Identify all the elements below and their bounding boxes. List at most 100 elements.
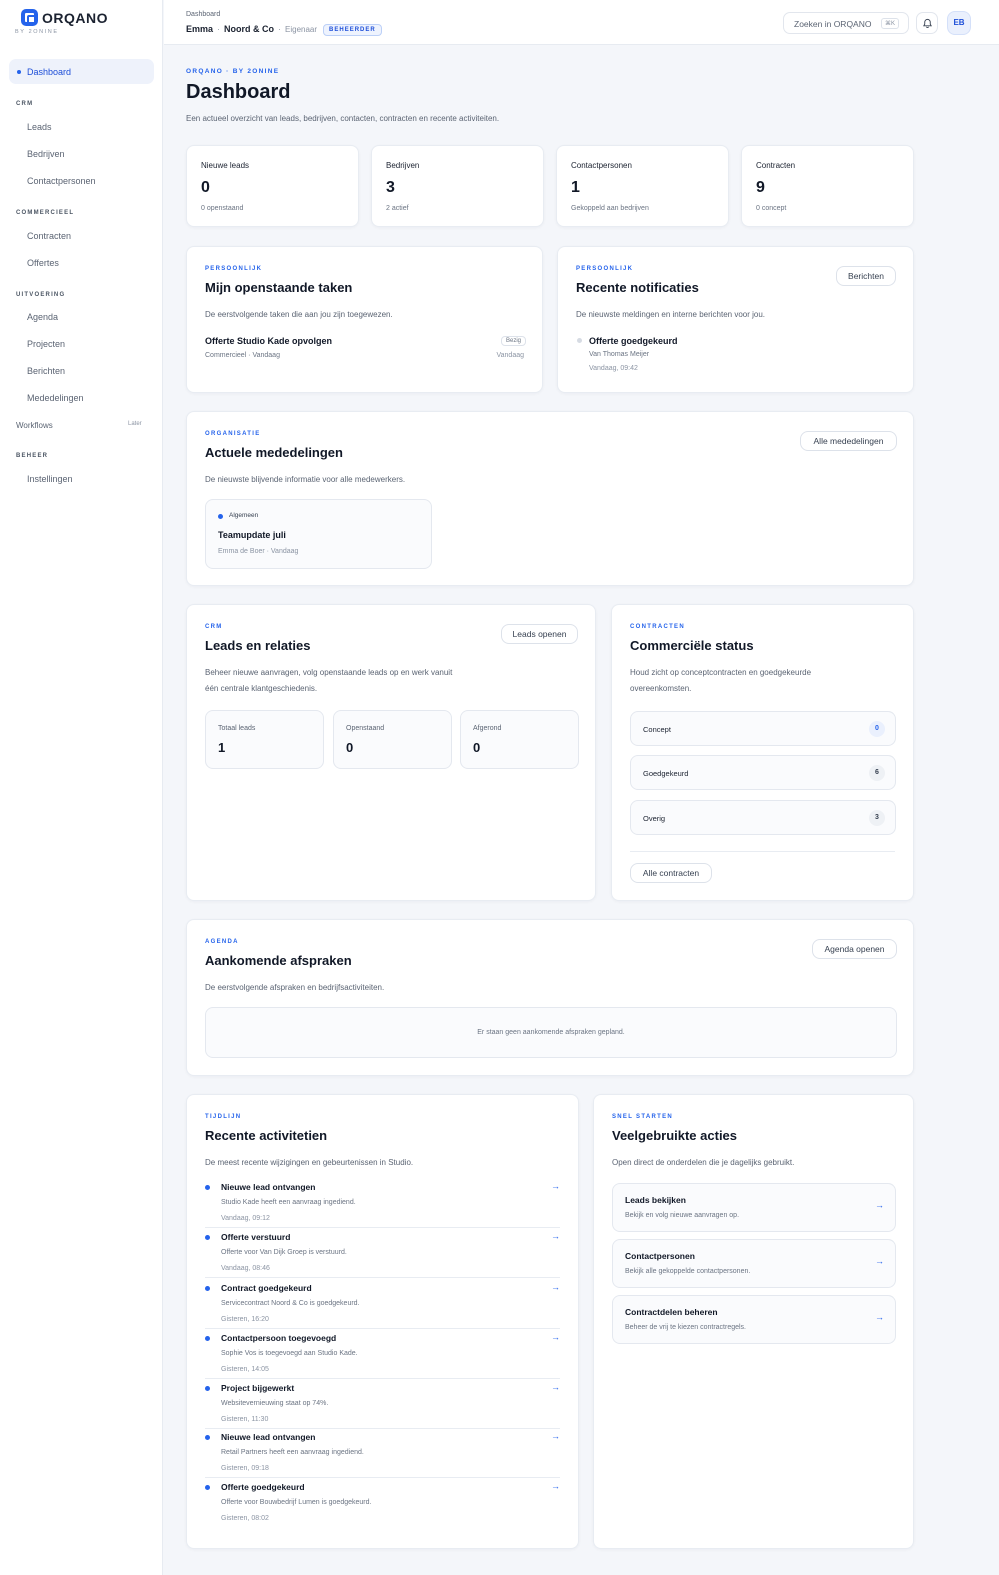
stat-card-contracts[interactable]: Contracten 9 0 concept (741, 145, 914, 227)
activity-title[interactable]: Offerte verstuurd (221, 1232, 290, 1242)
arrow-right-icon[interactable]: → (551, 1382, 560, 1392)
all-announcements-button[interactable]: Alle mededelingen (800, 431, 897, 451)
activity-description: Sophie Vos is toegevoegd aan Studio Kade… (221, 1350, 358, 1357)
open-agenda-button[interactable]: Agenda openen (812, 939, 897, 959)
role-badge: BEHEERDER (323, 24, 382, 36)
sidebar-item-projecten[interactable]: Projecten (27, 339, 65, 349)
sidebar-item-dashboard[interactable]: Dashboard (9, 59, 154, 84)
stat-card-companies[interactable]: Bedrijven 3 2 actief (371, 145, 544, 227)
tile-value: 1 (218, 740, 226, 755)
activity-title[interactable]: Contactpersoon toegevoegd (221, 1333, 336, 1343)
desc-line: overeenkomsten. (630, 684, 692, 693)
org-name: Noord & Co (224, 24, 275, 34)
status-row-approved[interactable]: Goedgekeurd 6 (630, 755, 896, 790)
quick-action-contract-parts[interactable]: Contractdelen beheren Beheer de vrij te … (612, 1295, 896, 1344)
lead-stat-tile: Totaal leads 1 (205, 710, 324, 769)
activity-description: Studio Kade heeft een aanvraag ingediend… (221, 1199, 356, 1206)
activity-description: Retail Partners heeft een aanvraag inged… (221, 1449, 364, 1456)
card-title: Leads en relaties (205, 638, 311, 653)
stat-sub: 0 openstaand (201, 205, 244, 212)
sidebar-item-contracten[interactable]: Contracten (27, 231, 71, 241)
sidebar-item-contactpersonen[interactable]: Contactpersonen (27, 176, 96, 186)
announcement-item[interactable]: Algemeen Teamupdate juli Emma de Boer · … (205, 499, 432, 569)
shortcut-badge: ⌘K (881, 18, 900, 29)
arrow-right-icon[interactable]: → (551, 1231, 560, 1241)
notification-sender: Van Thomas Meijer (589, 351, 650, 358)
stat-value: 9 (756, 179, 765, 196)
messages-button[interactable]: Berichten (836, 266, 896, 286)
card-title: Recente notificaties (576, 280, 699, 295)
quick-actions-card: SNEL STARTEN Veelgebruikte acties Open d… (593, 1094, 914, 1549)
activity-time: Gisteren, 08:02 (221, 1515, 269, 1522)
all-contracts-button[interactable]: Alle contracten (630, 863, 712, 883)
divider (205, 1428, 560, 1429)
divider (205, 1277, 560, 1278)
card-description: Open direct de onderdelen die je dagelij… (612, 1158, 795, 1167)
sidebar-item-leads[interactable]: Leads (27, 122, 52, 132)
task-title[interactable]: Offerte Studio Kade opvolgen (205, 336, 332, 346)
search-placeholder: Zoeken in ORQANO (794, 19, 872, 29)
open-leads-button[interactable]: Leads openen (501, 624, 578, 644)
arrow-right-icon[interactable]: → (551, 1282, 560, 1292)
tile-label: Openstaand (346, 725, 385, 732)
sidebar-item-instellingen[interactable]: Instellingen (27, 474, 73, 484)
activity-title[interactable]: Nieuwe lead ontvangen (221, 1182, 315, 1192)
status-row-other[interactable]: Overig 3 (630, 800, 896, 835)
sidebar: ORQANO BY 2ONINE Dashboard CRM Leads Bed… (0, 0, 163, 1575)
card-description: Beheer nieuwe aanvragen, volg openstaand… (205, 665, 452, 697)
lead-stat-tile: Afgerond 0 (460, 710, 579, 769)
quick-action-contacts[interactable]: Contactpersonen Bekijk alle gekoppelde c… (612, 1239, 896, 1288)
card-description: De eerstvolgende taken die aan jou zijn … (205, 310, 393, 319)
timeline-dot-icon (205, 1286, 210, 1291)
sidebar-item-workflows[interactable]: Workflows (16, 421, 53, 430)
arrow-right-icon[interactable]: → (551, 1332, 560, 1342)
arrow-right-icon[interactable]: → (551, 1481, 560, 1491)
card-description: De nieuwste meldingen en interne bericht… (576, 310, 766, 319)
notifications-button[interactable] (916, 12, 938, 34)
agenda-card: AGENDA Aankomende afspraken De eerstvolg… (186, 919, 914, 1076)
arrow-right-icon: → (875, 1256, 884, 1266)
card-eyebrow: PERSOONLIJK (576, 266, 634, 272)
tile-label: Totaal leads (218, 725, 256, 732)
sidebar-item-mededelingen[interactable]: Mededelingen (27, 393, 84, 403)
sidebar-item-berichten[interactable]: Berichten (27, 366, 65, 376)
stat-card-contacts[interactable]: Contactpersonen 1 Gekoppeld aan bedrijve… (556, 145, 729, 227)
avatar[interactable]: EB (947, 11, 971, 35)
quick-action-leads[interactable]: Leads bekijken Bekijk en volg nieuwe aan… (612, 1183, 896, 1232)
desc-line: Houd zicht op conceptcontracten en goedg… (630, 668, 812, 677)
separator: · (217, 24, 221, 34)
arrow-right-icon[interactable]: → (551, 1431, 560, 1441)
timeline-card: TIJDLIJN Recente activitetien De meest r… (186, 1094, 579, 1549)
breadcrumb[interactable]: Dashboard (186, 11, 220, 18)
divider (205, 1477, 560, 1478)
card-title: Veelgebruikte acties (612, 1128, 738, 1143)
stat-value: 0 (201, 179, 210, 196)
activity-description: Offerte voor Van Dijk Groep is verstuurd… (221, 1249, 347, 1256)
task-date: Vandaag (496, 352, 524, 359)
sidebar-item-bedrijven[interactable]: Bedrijven (27, 149, 65, 159)
stat-card-new-leads[interactable]: Nieuwe leads 0 0 openstaand (186, 145, 359, 227)
activity-time: Gisteren, 14:05 (221, 1366, 269, 1373)
activity-title[interactable]: Offerte goedgekeurd (221, 1482, 305, 1492)
page-title: Dashboard (186, 81, 291, 103)
status-row-concept[interactable]: Concept 0 (630, 711, 896, 746)
workspace-context: Emma · Noord & Co · Eigenaar BEHEERDER (186, 24, 382, 36)
card-eyebrow: SNEL STARTEN (612, 1114, 674, 1120)
notification-title[interactable]: Offerte goedgekeurd (589, 336, 678, 346)
activity-title[interactable]: Project bijgewerkt (221, 1383, 294, 1393)
sidebar-item-agenda[interactable]: Agenda (27, 312, 58, 322)
quick-action-title: Contactpersonen (625, 1251, 695, 1261)
stat-label: Bedrijven (386, 161, 420, 170)
card-title: Commerciële status (630, 638, 754, 653)
card-description: De nieuwste blijvende informatie voor al… (205, 475, 406, 484)
activity-title[interactable]: Nieuwe lead ontvangen (221, 1432, 315, 1442)
arrow-right-icon[interactable]: → (551, 1181, 560, 1191)
later-badge: Later (128, 421, 142, 427)
timeline-dot-icon (205, 1235, 210, 1240)
card-eyebrow: CRM (205, 624, 223, 630)
arrow-right-icon: → (875, 1200, 884, 1210)
card-eyebrow: ORGANISATIE (205, 431, 261, 437)
activity-title[interactable]: Contract goedgekeurd (221, 1283, 312, 1293)
sidebar-item-offertes[interactable]: Offertes (27, 258, 59, 268)
search-input[interactable]: Zoeken in ORQANO ⌘K (783, 12, 909, 34)
